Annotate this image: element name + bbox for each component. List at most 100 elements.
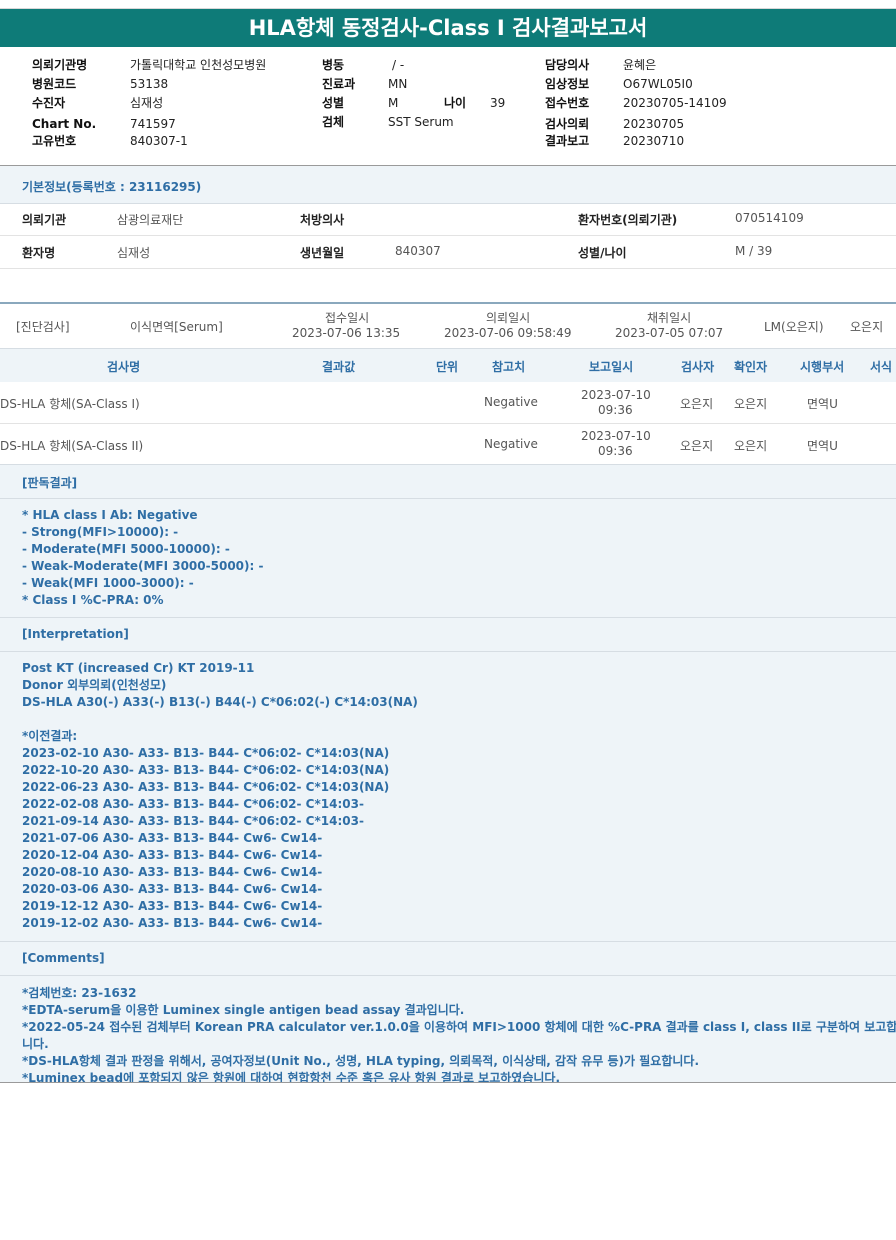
basic-value-patient-no: 070514109: [735, 211, 804, 225]
judgement-line: * HLA class I Ab: Negative: [22, 508, 198, 522]
basic-value-institution: 삼광의료재단: [117, 213, 184, 227]
header-label-report-date: 결과보고: [545, 134, 590, 148]
header-value-patient: 심재성: [130, 96, 164, 110]
history-line: 2019-12-02 A30- A33- B13- B44- Cw6- Cw14…: [22, 916, 323, 930]
basic-value-sex-age: M / 39: [735, 244, 773, 258]
row-report-date: 2023-07-10: [581, 388, 651, 402]
th-result: 결과값: [322, 360, 356, 374]
history-line: 2019-12-12 A30- A33- B13- B44- Cw6- Cw14…: [22, 899, 323, 913]
row-dept: 면역U: [807, 397, 838, 411]
th-form: 서식: [870, 360, 893, 374]
header-value-sex: M: [388, 96, 399, 110]
history-line: 2022-10-20 A30- A33- B13- B44- C*06:02- …: [22, 763, 390, 777]
row-dept: 면역U: [807, 439, 838, 453]
exam-lm: LM(오은지): [764, 320, 824, 334]
comment-line: *2022-05-24 접수된 검체부터 Korean PRA calculat…: [22, 1020, 896, 1034]
interpretation-line: Donor 외부의뢰(인천성모): [22, 678, 167, 692]
th-checker: 확인자: [734, 360, 768, 374]
header-value-chart-no: 741597: [130, 117, 176, 131]
header-value-age: 39: [490, 96, 506, 110]
header-label-hospital-code: 병원코드: [32, 77, 77, 91]
basic-label-patient-no: 환자번호(의뢰기관): [578, 213, 678, 227]
comment-line: *Luminex bead에 포함되지 않은 항원에 대하여 현합항천 수준 혹…: [22, 1071, 561, 1083]
comment-line: *검체번호: 23-1632: [22, 986, 137, 1000]
interpretation-line: Post KT (increased Cr) KT 2019-11: [22, 661, 255, 675]
header-label-patient: 수진자: [32, 96, 66, 110]
comment-line: *EDTA-serum을 이용한 Luminex single antigen …: [22, 1003, 465, 1017]
exam-req-label: 의뢰일시: [486, 311, 531, 325]
basic-value-birth: 840307: [395, 244, 441, 258]
basic-label-institution: 의뢰기관: [22, 213, 67, 227]
basic-label-prescriber: 처방의사: [300, 213, 345, 227]
interpretation-lines: Post KT (increased Cr) KT 2019-11 Donor …: [22, 660, 418, 932]
row-report-time: 09:36: [598, 403, 633, 417]
th-tester: 검사자: [681, 360, 715, 374]
row-reference: Negative: [484, 437, 538, 451]
header-label-sex: 성별: [322, 96, 345, 110]
history-line: 2020-03-06 A30- A33- B13- B44- Cw6- Cw14…: [22, 882, 323, 896]
interpretation-line: DS-HLA A30(-) A33(-) B13(-) B44(-) C*06:…: [22, 695, 418, 709]
th-reference: 참고치: [492, 360, 526, 374]
th-dept: 시행부서: [800, 360, 845, 374]
basic-info-header: 기본정보(등록번호 : 23116295): [0, 166, 896, 204]
exam-req-value: 2023-07-06 09:58:49: [444, 326, 572, 340]
row-tester: 오은지: [680, 439, 714, 453]
header-value-request-date: 20230705: [623, 117, 685, 131]
basic-value-patient-name: 심재성: [117, 246, 151, 260]
exam-coll-value: 2023-07-05 07:07: [615, 326, 724, 340]
comments-title: [Comments]: [22, 951, 105, 965]
row-test-name: DS-HLA 항체(SA-Class I): [0, 397, 140, 411]
table-row[interactable]: DS-HLA 항체(SA-Class I) Negative 2023-07-1…: [0, 382, 896, 424]
th-test-name: 검사명: [107, 360, 141, 374]
header-label-doctor: 담당의사: [545, 58, 590, 72]
header-label-unique-no: 고유번호: [32, 134, 77, 148]
header-value-clinical-info: O67WL05I0: [623, 77, 693, 91]
row-report-date: 2023-07-10: [581, 429, 651, 443]
judgement-line: - Weak(MFI 1000-3000): -: [22, 576, 194, 590]
header-value-hospital-code: 53138: [130, 77, 169, 91]
judgement-body: * HLA class I Ab: Negative - Strong(MFI>…: [0, 499, 896, 618]
history-line: 2020-08-10 A30- A33- B13- B44- Cw6- Cw14…: [22, 865, 323, 879]
history-line: 2022-06-23 A30- A33- B13- B44- C*06:02- …: [22, 780, 390, 794]
table-row[interactable]: DS-HLA 항체(SA-Class II) Negative 2023-07-…: [0, 424, 896, 465]
exam-recv-label: 접수일시: [325, 311, 370, 325]
exam-type: 이식면역[Serum]: [130, 320, 223, 334]
basic-label-birth: 생년월일: [300, 246, 345, 260]
header-label-age: 나이: [444, 96, 467, 110]
th-report-date: 보고일시: [589, 360, 634, 374]
interpretation-title: [Interpretation]: [22, 627, 129, 641]
report-title: HLA항체 동정검사-Class I 검사결과보고서: [0, 9, 896, 47]
row-report-time: 09:36: [598, 444, 633, 458]
header-label-ward: 병동: [322, 58, 345, 72]
header-value-report-date: 20230710: [623, 134, 685, 148]
history-line: 2021-09-14 A30- A33- B13- B44- C*06:02- …: [22, 814, 364, 828]
header-value-unique-no: 840307-1: [130, 134, 188, 148]
header-label-clinical-info: 임상정보: [545, 77, 590, 91]
comment-line: 니다.: [22, 1037, 49, 1051]
interpretation-line: [22, 711, 418, 728]
row-checker: 오은지: [734, 439, 768, 453]
interpretation-header: [Interpretation]: [0, 618, 896, 652]
exam-recv-value: 2023-07-06 13:35: [292, 326, 401, 340]
header-value-institution: 가톨릭대학교 인천성모병원: [130, 58, 267, 72]
comments-lines: *검체번호: 23-1632 *EDTA-serum을 이용한 Luminex …: [22, 985, 896, 1083]
basic-bottom-divider: [0, 268, 896, 269]
history-line: 2021-07-06 A30- A33- B13- B44- Cw6- Cw14…: [22, 831, 323, 845]
history-line: 2020-12-04 A30- A33- B13- B44- Cw6- Cw14…: [22, 848, 323, 862]
basic-label-patient-name: 환자명: [22, 246, 56, 260]
comments-header: [Comments]: [0, 942, 896, 976]
judgement-lines: * HLA class I Ab: Negative - Strong(MFI>…: [22, 507, 263, 609]
history-line: 2023-02-10 A30- A33- B13- B44- C*06:02- …: [22, 746, 390, 760]
comments-body[interactable]: *검체번호: 23-1632 *EDTA-serum을 이용한 Luminex …: [0, 976, 896, 1083]
header-value-ward: / -: [392, 58, 405, 72]
interpretation-line: *이전결과:: [22, 729, 78, 743]
row-test-name: DS-HLA 항체(SA-Class II): [0, 439, 144, 453]
th-unit: 단위: [436, 360, 459, 374]
header-value-doctor: 윤혜은: [623, 58, 657, 72]
row-tester: 오은지: [680, 397, 714, 411]
judgement-line: - Moderate(MFI 5000-10000): -: [22, 542, 230, 556]
exam-category: [진단검사]: [16, 320, 70, 334]
basic-label-sex-age: 성별/나이: [578, 246, 627, 260]
header-label-department: 진료과: [322, 77, 356, 91]
row-reference: Negative: [484, 395, 538, 409]
